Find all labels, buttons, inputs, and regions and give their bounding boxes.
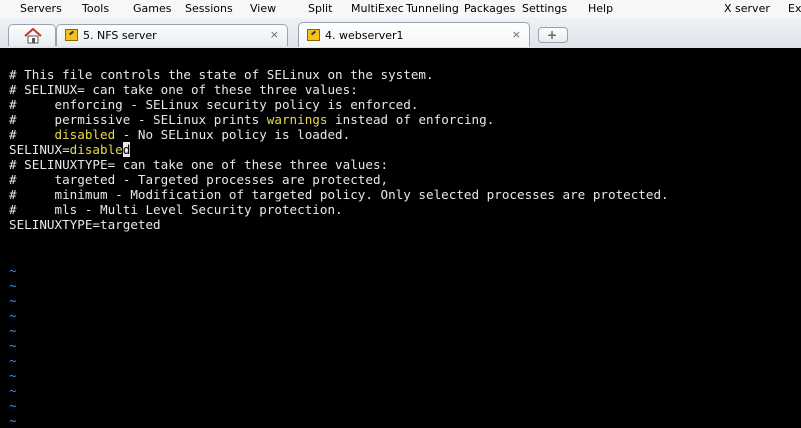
- empty-line-marker: ~: [9, 308, 17, 323]
- terminal-line: # This file controls the state of SELinu…: [9, 67, 434, 82]
- tab-strip: 5. NFS server × 4. webserver1 × +: [0, 18, 801, 48]
- terminal-text: instead of enforcing.: [327, 112, 495, 127]
- terminal-line: # mls - Multi Level Security protection.: [9, 202, 343, 217]
- menu-split[interactable]: Split: [308, 2, 332, 15]
- terminal[interactable]: # This file controls the state of SELinu…: [0, 48, 801, 428]
- empty-line-marker: ~: [9, 383, 17, 398]
- tab-label: 5. NFS server: [83, 29, 157, 42]
- highlight-text: warnings: [266, 112, 328, 127]
- empty-line-marker: ~: [9, 293, 17, 308]
- add-tab-button[interactable]: +: [538, 27, 568, 43]
- terminal-line: # minimum - Modification of targeted pol…: [9, 187, 669, 202]
- empty-line-marker: ~: [9, 338, 17, 353]
- highlight-text: disabled: [54, 127, 116, 142]
- menu-servers[interactable]: Servers: [20, 2, 62, 15]
- empty-line-marker: ~: [9, 368, 17, 383]
- empty-line-marker: ~: [9, 323, 17, 338]
- menu-tunneling[interactable]: Tunneling: [406, 2, 459, 15]
- close-icon[interactable]: ×: [512, 28, 521, 41]
- terminal-line: # SELINUX= can take one of these three v…: [9, 82, 358, 97]
- menu-tools[interactable]: Tools: [82, 2, 109, 15]
- menu-games[interactable]: Games: [133, 2, 171, 15]
- menu-sessions[interactable]: Sessions: [185, 2, 233, 15]
- empty-line-marker: ~: [9, 413, 17, 428]
- terminal-line: # enforcing - SELinux security policy is…: [9, 97, 419, 112]
- empty-line-marker: ~: [9, 353, 17, 368]
- tab-nfs-server[interactable]: 5. NFS server ×: [56, 24, 288, 46]
- terminal-line: SELINUX=disabled: [9, 142, 131, 157]
- tab-webserver1[interactable]: 4. webserver1 ×: [298, 22, 530, 47]
- terminal-line: SELINUXTYPE=targeted: [9, 217, 161, 232]
- menu-bar: Servers Tools Games Sessions View Split …: [0, 0, 801, 18]
- terminal-text: - No SELinux policy is loaded.: [115, 127, 351, 142]
- empty-line-marker: ~: [9, 278, 17, 293]
- terminal-text: # permissive - SELinux prints: [9, 112, 267, 127]
- terminal-text: SELINUX=: [9, 142, 70, 157]
- menu-help[interactable]: Help: [588, 2, 613, 15]
- terminal-line: # permissive - SELinux prints warnings i…: [9, 112, 494, 127]
- menu-exit[interactable]: Ex: [788, 2, 801, 15]
- tab-label: 4. webserver1: [325, 29, 404, 42]
- wrench-icon: [307, 29, 320, 41]
- empty-line-marker: ~: [9, 398, 17, 413]
- menu-view[interactable]: View: [250, 2, 276, 15]
- menu-settings[interactable]: Settings: [522, 2, 567, 15]
- text-cursor: d: [122, 142, 131, 157]
- wrench-icon: [65, 29, 78, 41]
- empty-line-marker: ~: [9, 263, 17, 278]
- terminal-line: # disabled - No SELinux policy is loaded…: [9, 127, 350, 142]
- menu-packages[interactable]: Packages: [464, 2, 515, 15]
- terminal-line: # SELINUXTYPE= can take one of these thr…: [9, 157, 389, 172]
- terminal-line: # targeted - Targeted processes are prot…: [9, 172, 389, 187]
- close-icon[interactable]: ×: [270, 28, 279, 41]
- tab-home[interactable]: [8, 24, 56, 46]
- highlight-text: disable: [69, 142, 123, 157]
- menu-x-server[interactable]: X server: [724, 2, 770, 15]
- plus-icon: +: [547, 28, 558, 42]
- home-icon: [23, 27, 43, 48]
- menu-multiexec[interactable]: MultiExec: [351, 2, 404, 15]
- terminal-text: #: [9, 127, 55, 142]
